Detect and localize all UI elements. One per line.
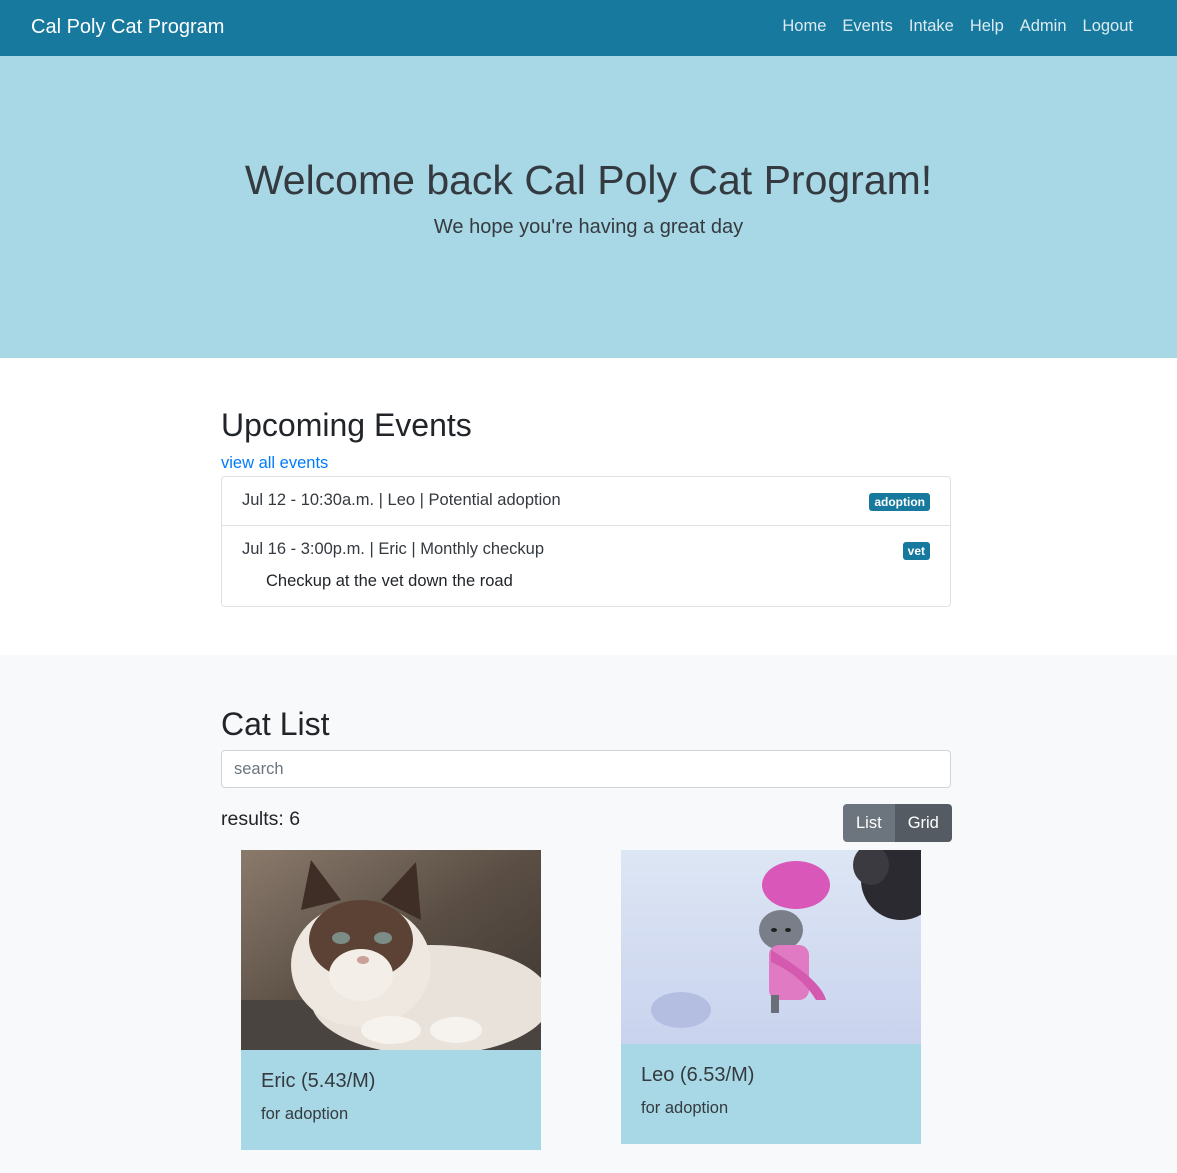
cat-list-section: Cat List results: 6 List Grid bbox=[0, 655, 1177, 1173]
hero-banner: Welcome back Cal Poly Cat Program! We ho… bbox=[0, 56, 1177, 358]
events-heading: Upcoming Events bbox=[221, 407, 472, 443]
view-toggle: List Grid bbox=[843, 804, 952, 842]
event-title: Jul 16 - 3:00p.m. | Eric | Monthly check… bbox=[242, 540, 545, 558]
nav-help-link[interactable]: Help bbox=[970, 17, 1004, 36]
view-all-events-link[interactable]: view all events bbox=[221, 454, 328, 473]
cat-photo bbox=[241, 850, 541, 1050]
nav-admin-link[interactable]: Admin bbox=[1020, 17, 1067, 36]
cat-name: Leo (6.53/M) bbox=[641, 1064, 755, 1086]
nav-links: Home Events Intake Help Admin Logout bbox=[782, 17, 1133, 36]
nav-home-link[interactable]: Home bbox=[782, 17, 826, 36]
event-description: Checkup at the vet down the road bbox=[266, 572, 513, 590]
upcoming-events-section: Upcoming Events view all events Jul 12 -… bbox=[0, 358, 1177, 655]
list-view-button[interactable]: List bbox=[843, 804, 895, 842]
cat-status: for adoption bbox=[641, 1099, 729, 1117]
hero-title: Welcome back Cal Poly Cat Program! bbox=[244, 157, 933, 203]
cat-card[interactable]: Eric (5.43/M) for adoption bbox=[241, 850, 541, 1150]
cat-card[interactable]: Leo (6.53/M) for adoption bbox=[621, 850, 921, 1144]
search-input[interactable] bbox=[221, 750, 951, 788]
results-count: results: 6 bbox=[221, 808, 301, 830]
nav-logout-link[interactable]: Logout bbox=[1083, 17, 1133, 36]
top-navbar: Cal Poly Cat Program Home Events Intake … bbox=[0, 0, 1177, 56]
cat-list-heading: Cat List bbox=[221, 706, 330, 742]
event-item[interactable]: Jul 12 - 10:30a.m. | Leo | Potential ado… bbox=[222, 477, 950, 526]
cat-photo bbox=[621, 850, 921, 1044]
grid-view-button[interactable]: Grid bbox=[894, 804, 952, 842]
event-item[interactable]: Jul 16 - 3:00p.m. | Eric | Monthly check… bbox=[222, 526, 950, 606]
hero-subtitle: We hope you're having a great day bbox=[433, 216, 744, 238]
navbar-brand[interactable]: Cal Poly Cat Program bbox=[31, 16, 224, 39]
event-type-badge: adoption bbox=[869, 493, 930, 511]
event-list: Jul 12 - 10:30a.m. | Leo | Potential ado… bbox=[221, 476, 951, 607]
cat-name: Eric (5.43/M) bbox=[261, 1070, 376, 1092]
nav-events-link[interactable]: Events bbox=[842, 17, 892, 36]
nav-intake-link[interactable]: Intake bbox=[909, 17, 954, 36]
cat-status: for adoption bbox=[261, 1105, 349, 1123]
event-type-badge: vet bbox=[902, 542, 930, 560]
event-title: Jul 12 - 10:30a.m. | Leo | Potential ado… bbox=[242, 491, 561, 509]
